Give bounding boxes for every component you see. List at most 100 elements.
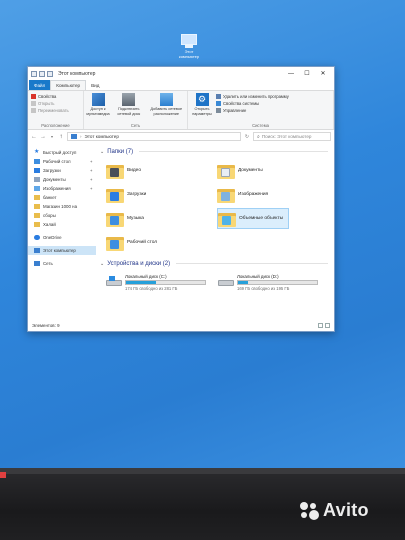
drives-group-header[interactable]: ⌄ Устройства и диски (2)	[100, 259, 328, 268]
search-input[interactable]: ⌕ Поиск: Этот компьютер	[253, 132, 331, 141]
up-arrow-icon[interactable]: ↑	[58, 134, 64, 140]
nav-downloads[interactable]: Загрузки ✦	[28, 166, 96, 175]
drive-free-space: 169 ГБ свободно из 195 ГБ	[237, 286, 290, 291]
drive-c[interactable]: Локальный диск (C:) 174 ГБ свободно из 2…	[106, 274, 206, 291]
forward-arrow-icon[interactable]: →	[40, 134, 46, 140]
system-properties-button[interactable]: Свойства системы	[216, 101, 289, 106]
nav-pictures[interactable]: Изображения ✦	[28, 184, 96, 193]
minimize-button[interactable]: —	[283, 67, 299, 80]
folder-desktop[interactable]: Рабочий стол	[106, 232, 217, 253]
nav-network[interactable]: Сеть	[28, 259, 96, 268]
nav-this-pc[interactable]: Этот компьютер	[28, 246, 96, 255]
network-icon	[34, 261, 40, 266]
video-folder-icon	[106, 163, 124, 179]
drive-usage-bar	[237, 280, 318, 285]
downloads-folder-icon	[106, 187, 124, 203]
nav-documents[interactable]: Документы ✦	[28, 175, 96, 184]
address-field[interactable]: › Этот компьютер	[67, 132, 241, 141]
new-folder-icon[interactable]	[47, 70, 53, 77]
items-count: Элементов: 9	[32, 323, 60, 328]
refresh-icon[interactable]: ↻	[244, 134, 250, 140]
group-label-location: Расположение	[41, 123, 70, 128]
folders-grid: Видео Документы Загрузки Изображения Муз…	[106, 160, 328, 253]
pin-icon: ✦	[89, 177, 93, 182]
nav-folder-shop[interactable]: Магазин 1000 на	[28, 202, 96, 211]
properties-button[interactable]: Свойства	[31, 94, 69, 99]
download-icon	[34, 168, 40, 173]
nav-onedrive[interactable]: OneDrive	[28, 233, 96, 242]
close-button[interactable]: ✕	[315, 67, 331, 80]
uninstall-program-button[interactable]: Удалить или изменить программу	[216, 94, 289, 99]
pin-icon: ✦	[89, 159, 93, 164]
folder-videos[interactable]: Видео	[106, 160, 217, 181]
search-icon: ⌕	[257, 133, 260, 140]
nav-desktop[interactable]: Рабочий стол ✦	[28, 157, 96, 166]
chevron-down-icon: ⌄	[100, 260, 105, 267]
documents-icon	[34, 177, 40, 182]
system-icon	[216, 101, 221, 106]
folder-3d-objects[interactable]: Объемные объекты	[217, 208, 289, 229]
group-label-network: Сеть	[130, 123, 141, 128]
search-placeholder: Поиск: Этот компьютер	[261, 134, 312, 139]
network-drive-icon	[122, 93, 136, 106]
folders-group-header[interactable]: ⌄ Папки (7)	[100, 147, 328, 156]
computer-icon	[34, 248, 40, 253]
address-path: Этот компьютер	[84, 134, 119, 139]
media-server-icon	[91, 93, 105, 106]
this-pc-icon	[71, 134, 77, 139]
ribbon-group-system: ⚙ Открыть параметры Удалить или изменить…	[188, 91, 334, 129]
status-bar: Элементов: 9	[28, 320, 334, 331]
folder-icon	[34, 213, 40, 218]
tab-computer[interactable]: Компьютер	[50, 80, 87, 90]
star-icon: ★	[34, 149, 40, 155]
chevron-down-icon: ⌄	[100, 148, 105, 155]
desktop-folder-icon	[106, 235, 124, 251]
rename-icon	[31, 108, 36, 113]
large-icons-view-icon[interactable]	[325, 323, 330, 328]
nav-folder-collections[interactable]: сборы	[28, 211, 96, 220]
drive-icon	[218, 276, 234, 288]
maximize-button[interactable]: ☐	[299, 67, 315, 80]
avito-watermark: Avito	[300, 500, 369, 521]
desktop: Этот компьютер Этот компьютер — ☐ ✕ Файл…	[0, 0, 405, 468]
tab-file[interactable]: Файл	[29, 80, 51, 90]
folder-pictures[interactable]: Изображения	[217, 184, 328, 205]
ribbon-group-location: Свойства Открыть Переименовать Расположе…	[28, 91, 84, 129]
rename-button[interactable]: Переименовать	[31, 108, 69, 113]
this-pc-desktop-icon[interactable]: Этот компьютер	[176, 34, 202, 64]
recent-chevron-icon[interactable]: ▾	[49, 134, 55, 139]
drive-name: Локальный диск (D:)	[237, 274, 279, 279]
content-pane: ⌄ Папки (7) Видео Документы Загрузки Изо…	[96, 143, 334, 319]
back-arrow-icon[interactable]: ←	[31, 134, 37, 140]
nav-folder-halai[interactable]: Халай	[28, 220, 96, 229]
network-location-icon	[159, 93, 173, 106]
drive-d[interactable]: Локальный диск (D:) 169 ГБ свободно из 1…	[218, 274, 318, 291]
navigation-pane: ★ Быстрый доступ Рабочий стол ✦ Загрузки…	[28, 143, 96, 319]
folder-music[interactable]: Музыка	[106, 208, 217, 229]
details-view-icon[interactable]	[318, 323, 323, 328]
open-button[interactable]: Открыть	[31, 101, 69, 106]
manage-button[interactable]: Управление	[216, 108, 289, 113]
nav-folder-banquet[interactable]: банкет	[28, 193, 96, 202]
system-drive-icon	[106, 276, 122, 288]
folder-documents[interactable]: Документы	[217, 160, 328, 181]
title-bar: Этот компьютер — ☐ ✕	[28, 67, 334, 80]
ribbon: Свойства Открыть Переименовать Расположе…	[28, 90, 334, 130]
tab-view[interactable]: Вид	[86, 80, 104, 90]
drive-free-space: 174 ГБ свободно из 281 ГБ	[125, 286, 178, 291]
quick-access-toolbar	[31, 70, 53, 77]
window-title: Этот компьютер	[58, 70, 96, 77]
folder-downloads[interactable]: Загрузки	[106, 184, 217, 205]
open-icon	[31, 101, 36, 106]
nav-quick-access[interactable]: ★ Быстрый доступ	[28, 148, 96, 157]
drive-name: Локальный диск (C:)	[125, 274, 167, 279]
taskbar-edge	[0, 472, 6, 478]
avito-logo-icon	[300, 501, 320, 520]
this-pc-icon	[31, 70, 37, 77]
pin-icon: ✦	[89, 168, 93, 173]
drives-list: Локальный диск (C:) 174 ГБ свободно из 2…	[106, 274, 328, 291]
monitor-icon	[181, 34, 197, 45]
properties-icon[interactable]	[39, 70, 45, 77]
explorer-window: Этот компьютер — ☐ ✕ Файл Компьютер Вид …	[27, 66, 335, 332]
gear-icon: ⚙	[195, 93, 209, 106]
